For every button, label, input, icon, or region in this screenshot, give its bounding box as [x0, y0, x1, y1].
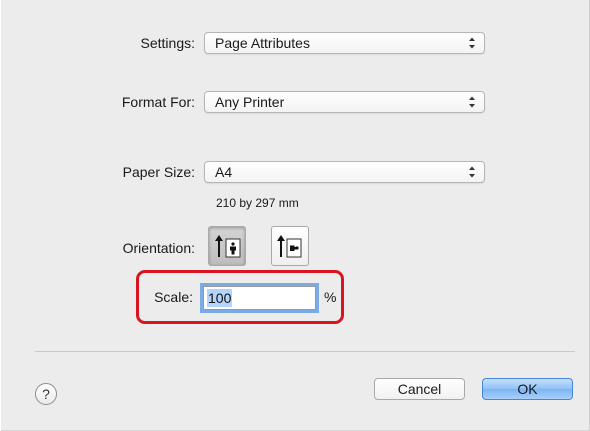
scale-value: 100	[207, 289, 233, 307]
orientation-portrait-button[interactable]	[208, 226, 246, 266]
format-for-label: Format For:	[121, 94, 195, 110]
updown-arrows-icon	[469, 37, 475, 49]
paper-dimensions: 210 by 297 mm	[216, 196, 299, 210]
divider	[35, 351, 575, 352]
orientation-label: Orientation:	[122, 240, 195, 256]
portrait-orientation-icon	[215, 235, 241, 258]
scale-label: Scale:	[154, 289, 193, 305]
settings-label: Settings:	[140, 35, 195, 51]
updown-arrows-icon	[469, 96, 475, 108]
landscape-orientation-icon	[277, 235, 302, 258]
updown-arrows-icon	[469, 166, 475, 178]
cancel-button[interactable]: Cancel	[374, 378, 465, 400]
format-for-popup[interactable]: Any Printer	[204, 91, 485, 113]
percent-label: %	[324, 289, 337, 305]
help-button[interactable]: ?	[35, 383, 57, 405]
settings-popup[interactable]: Page Attributes	[204, 32, 485, 54]
paper-size-value: A4	[215, 164, 233, 180]
orientation-landscape-button[interactable]	[271, 226, 309, 266]
ok-button[interactable]: OK	[482, 378, 573, 400]
settings-value: Page Attributes	[215, 35, 310, 51]
scale-input[interactable]: 100	[203, 286, 316, 310]
paper-size-label: Paper Size:	[122, 164, 195, 180]
page-setup-dialog: Settings: Page Attributes Format For: An…	[0, 0, 590, 431]
left-edge	[0, 0, 1, 431]
format-for-value: Any Printer	[215, 94, 285, 110]
paper-size-popup[interactable]: A4	[204, 161, 485, 183]
